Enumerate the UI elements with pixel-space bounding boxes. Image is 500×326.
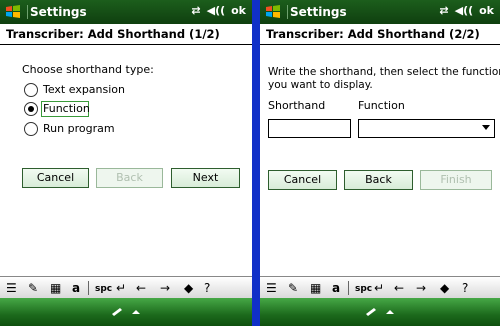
radio-run-program[interactable] [24, 122, 38, 136]
left-screen: Settings ⇄ ◀︎(( ok Transcriber: Add Shor… [0, 0, 252, 326]
input-method-icon[interactable] [106, 305, 146, 319]
next-button[interactable]: Next [171, 168, 240, 188]
title-bar: Settings ⇄ ◀︎(( ok [0, 0, 252, 24]
title-separator [27, 5, 28, 19]
windows-start-icon[interactable] [264, 3, 282, 21]
ok-button[interactable]: ok [479, 4, 494, 17]
backspace-icon[interactable]: ← [136, 280, 146, 296]
app-title: Settings [290, 5, 347, 19]
option-label-function[interactable]: Function [43, 102, 90, 115]
right-arrow-icon[interactable]: → [416, 280, 426, 296]
wizard-title: Transcriber: Add Shorthand (1/2) [6, 27, 220, 41]
diamond-icon[interactable]: ◆ [440, 280, 449, 296]
function-dropdown[interactable] [358, 119, 495, 138]
title-separator [287, 5, 288, 19]
app-title: Settings [30, 5, 87, 19]
volume-icon[interactable]: ◀︎(( [455, 4, 474, 17]
shorthand-label: Shorthand [268, 99, 326, 112]
enter-icon[interactable]: ↵ [374, 280, 384, 296]
pen-pad-icon[interactable]: ✎ [288, 280, 298, 296]
title-bar: Settings ⇄ ◀︎(( ok [260, 0, 500, 24]
finish-button[interactable]: Finish [420, 170, 492, 190]
wizard-header: Transcriber: Add Shorthand (2/2) [260, 24, 500, 45]
transcriber-toolbar: ☰ ✎ ▦ a spc ↵ ← → ◆ ? [0, 276, 252, 299]
windows-start-icon[interactable] [4, 3, 22, 21]
keypad-icon[interactable]: ▦ [50, 280, 61, 296]
cancel-button[interactable]: Cancel [22, 168, 89, 188]
transcriber-toolbar: ☰ ✎ ▦ a spc ↵ ← → ◆ ? [260, 276, 500, 299]
radio-function[interactable] [24, 102, 38, 116]
enter-icon[interactable]: ↵ [116, 280, 126, 296]
letter-a-icon[interactable]: a [72, 280, 80, 296]
keypad-icon[interactable]: ▦ [310, 280, 321, 296]
volume-icon[interactable]: ◀︎(( [207, 4, 226, 17]
list-icon[interactable]: ☰ [6, 280, 17, 296]
option-label-text-expansion[interactable]: Text expansion [43, 83, 125, 96]
back-button[interactable]: Back [96, 168, 163, 188]
pen-pad-icon[interactable]: ✎ [28, 280, 38, 296]
cancel-button[interactable]: Cancel [268, 170, 337, 190]
letter-a-icon[interactable]: a [332, 280, 340, 296]
space-key[interactable]: spc [95, 281, 112, 297]
space-key[interactable]: spc [355, 281, 372, 297]
right-screen: Settings ⇄ ◀︎(( ok Transcriber: Add Shor… [260, 0, 500, 326]
diamond-icon[interactable]: ◆ [184, 280, 193, 296]
toolbar-separator [88, 281, 89, 295]
shorthand-input[interactable] [268, 119, 351, 138]
input-method-icon[interactable] [360, 305, 400, 319]
chevron-down-icon [482, 125, 490, 130]
right-arrow-icon[interactable]: → [160, 280, 170, 296]
radio-text-expansion[interactable] [24, 83, 38, 97]
ok-button[interactable]: ok [231, 4, 246, 17]
instructions-line-2: you want to display. [268, 79, 373, 91]
screen-divider [252, 0, 260, 326]
wizard-title: Transcriber: Add Shorthand (2/2) [266, 27, 480, 41]
option-label-run-program[interactable]: Run program [43, 122, 115, 135]
radio-selected-dot [28, 106, 34, 112]
function-label: Function [358, 99, 405, 112]
toolbar-separator [348, 281, 349, 295]
help-icon[interactable]: ? [462, 280, 468, 296]
prompt-label: Choose shorthand type: [22, 63, 154, 76]
backspace-icon[interactable]: ← [394, 280, 404, 296]
input-panel-bar [0, 298, 252, 326]
input-panel-bar [260, 298, 500, 326]
connectivity-icon[interactable]: ⇄ [439, 4, 448, 17]
back-button[interactable]: Back [344, 170, 413, 190]
list-icon[interactable]: ☰ [266, 280, 277, 296]
instructions-line-1: Write the shorthand, then select the fun… [268, 66, 500, 78]
wizard-header: Transcriber: Add Shorthand (1/2) [0, 24, 252, 45]
help-icon[interactable]: ? [204, 280, 210, 296]
connectivity-icon[interactable]: ⇄ [191, 4, 200, 17]
